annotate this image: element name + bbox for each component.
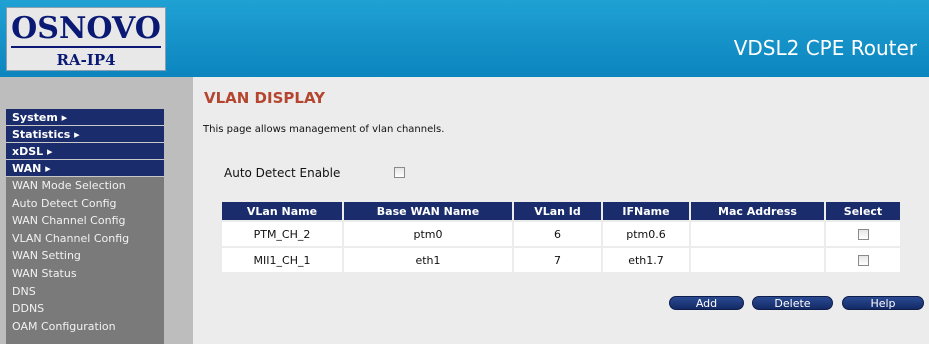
logo-model-text: RA-IP4 — [56, 51, 116, 69]
cell-vlan-name: PTM_CH_2 — [222, 222, 342, 246]
column-header-vlan-name: VLan Name — [222, 202, 342, 220]
page-description: This page allows management of vlan chan… — [203, 124, 445, 135]
table-row: MII1_CH_1 eth1 7 eth1.7 — [222, 248, 900, 272]
auto-detect-checkbox[interactable] — [394, 167, 405, 178]
cell-vlan-id: 7 — [514, 248, 601, 272]
brand-logo: OSNOVO RA-IP4 — [6, 7, 166, 71]
sidebar: System ▸ Statistics ▸ xDSL ▸ WAN ▸ WAN M… — [0, 77, 193, 344]
table-row: PTM_CH_2 ptm0 6 ptm0.6 — [222, 222, 900, 246]
sidebar-section-statistics[interactable]: Statistics ▸ — [6, 126, 164, 143]
header-banner: OSNOVO RA-IP4 VDSL2 CPE Router — [0, 0, 929, 77]
sidebar-item-wan-status[interactable]: WAN Status — [6, 265, 164, 283]
row-select-checkbox[interactable] — [857, 255, 869, 266]
vlan-table: VLan Name Base WAN Name VLan Id IFName M… — [220, 200, 902, 274]
cell-base-wan-name: ptm0 — [344, 222, 512, 246]
cell-mac-address — [691, 248, 824, 272]
cell-vlan-name: MII1_CH_1 — [222, 248, 342, 272]
cell-base-wan-name: eth1 — [344, 248, 512, 272]
delete-button[interactable]: Delete — [752, 296, 833, 310]
sidebar-section-xdsl[interactable]: xDSL ▸ — [6, 143, 164, 160]
main-content: VLAN DISPLAY This page allows management… — [193, 77, 929, 344]
sidebar-item-wan-setting[interactable]: WAN Setting — [6, 247, 164, 265]
sidebar-item-wan-channel-config[interactable]: WAN Channel Config — [6, 212, 164, 230]
add-button[interactable]: Add — [669, 296, 744, 310]
product-title: VDSL2 CPE Router — [733, 36, 917, 60]
column-header-select: Select — [826, 202, 900, 220]
auto-detect-label: Auto Detect Enable — [224, 166, 341, 180]
cell-ifname: ptm0.6 — [603, 222, 689, 246]
sidebar-item-wan-mode-selection[interactable]: WAN Mode Selection — [6, 177, 164, 195]
sidebar-item-oam-configuration[interactable]: OAM Configuration — [6, 318, 164, 336]
cell-mac-address — [691, 222, 824, 246]
column-header-base-wan-name: Base WAN Name — [344, 202, 512, 220]
sidebar-item-auto-detect-config[interactable]: Auto Detect Config — [6, 195, 164, 213]
cell-ifname: eth1.7 — [603, 248, 689, 272]
sidebar-section-system[interactable]: System ▸ — [6, 109, 164, 126]
sidebar-menu: System ▸ Statistics ▸ xDSL ▸ WAN ▸ WAN M… — [6, 109, 164, 344]
cell-select — [826, 222, 900, 246]
cell-select — [826, 248, 900, 272]
sidebar-section-wan[interactable]: WAN ▸ — [6, 160, 164, 177]
column-header-mac-address: Mac Address — [691, 202, 824, 220]
help-button[interactable]: Help — [842, 296, 924, 310]
cell-vlan-id: 6 — [514, 222, 601, 246]
sidebar-item-vlan-channel-config[interactable]: VLAN Channel Config — [6, 230, 164, 248]
page-title: VLAN DISPLAY — [204, 89, 325, 107]
table-header-row: VLan Name Base WAN Name VLan Id IFName M… — [222, 202, 900, 220]
column-header-vlan-id: VLan Id — [514, 202, 601, 220]
row-select-checkbox[interactable] — [857, 229, 869, 240]
sidebar-item-dns[interactable]: DNS — [6, 283, 164, 301]
column-header-ifname: IFName — [603, 202, 689, 220]
sidebar-item-ddns[interactable]: DDNS — [6, 300, 164, 318]
logo-brand-text: OSNOVO — [11, 11, 161, 46]
